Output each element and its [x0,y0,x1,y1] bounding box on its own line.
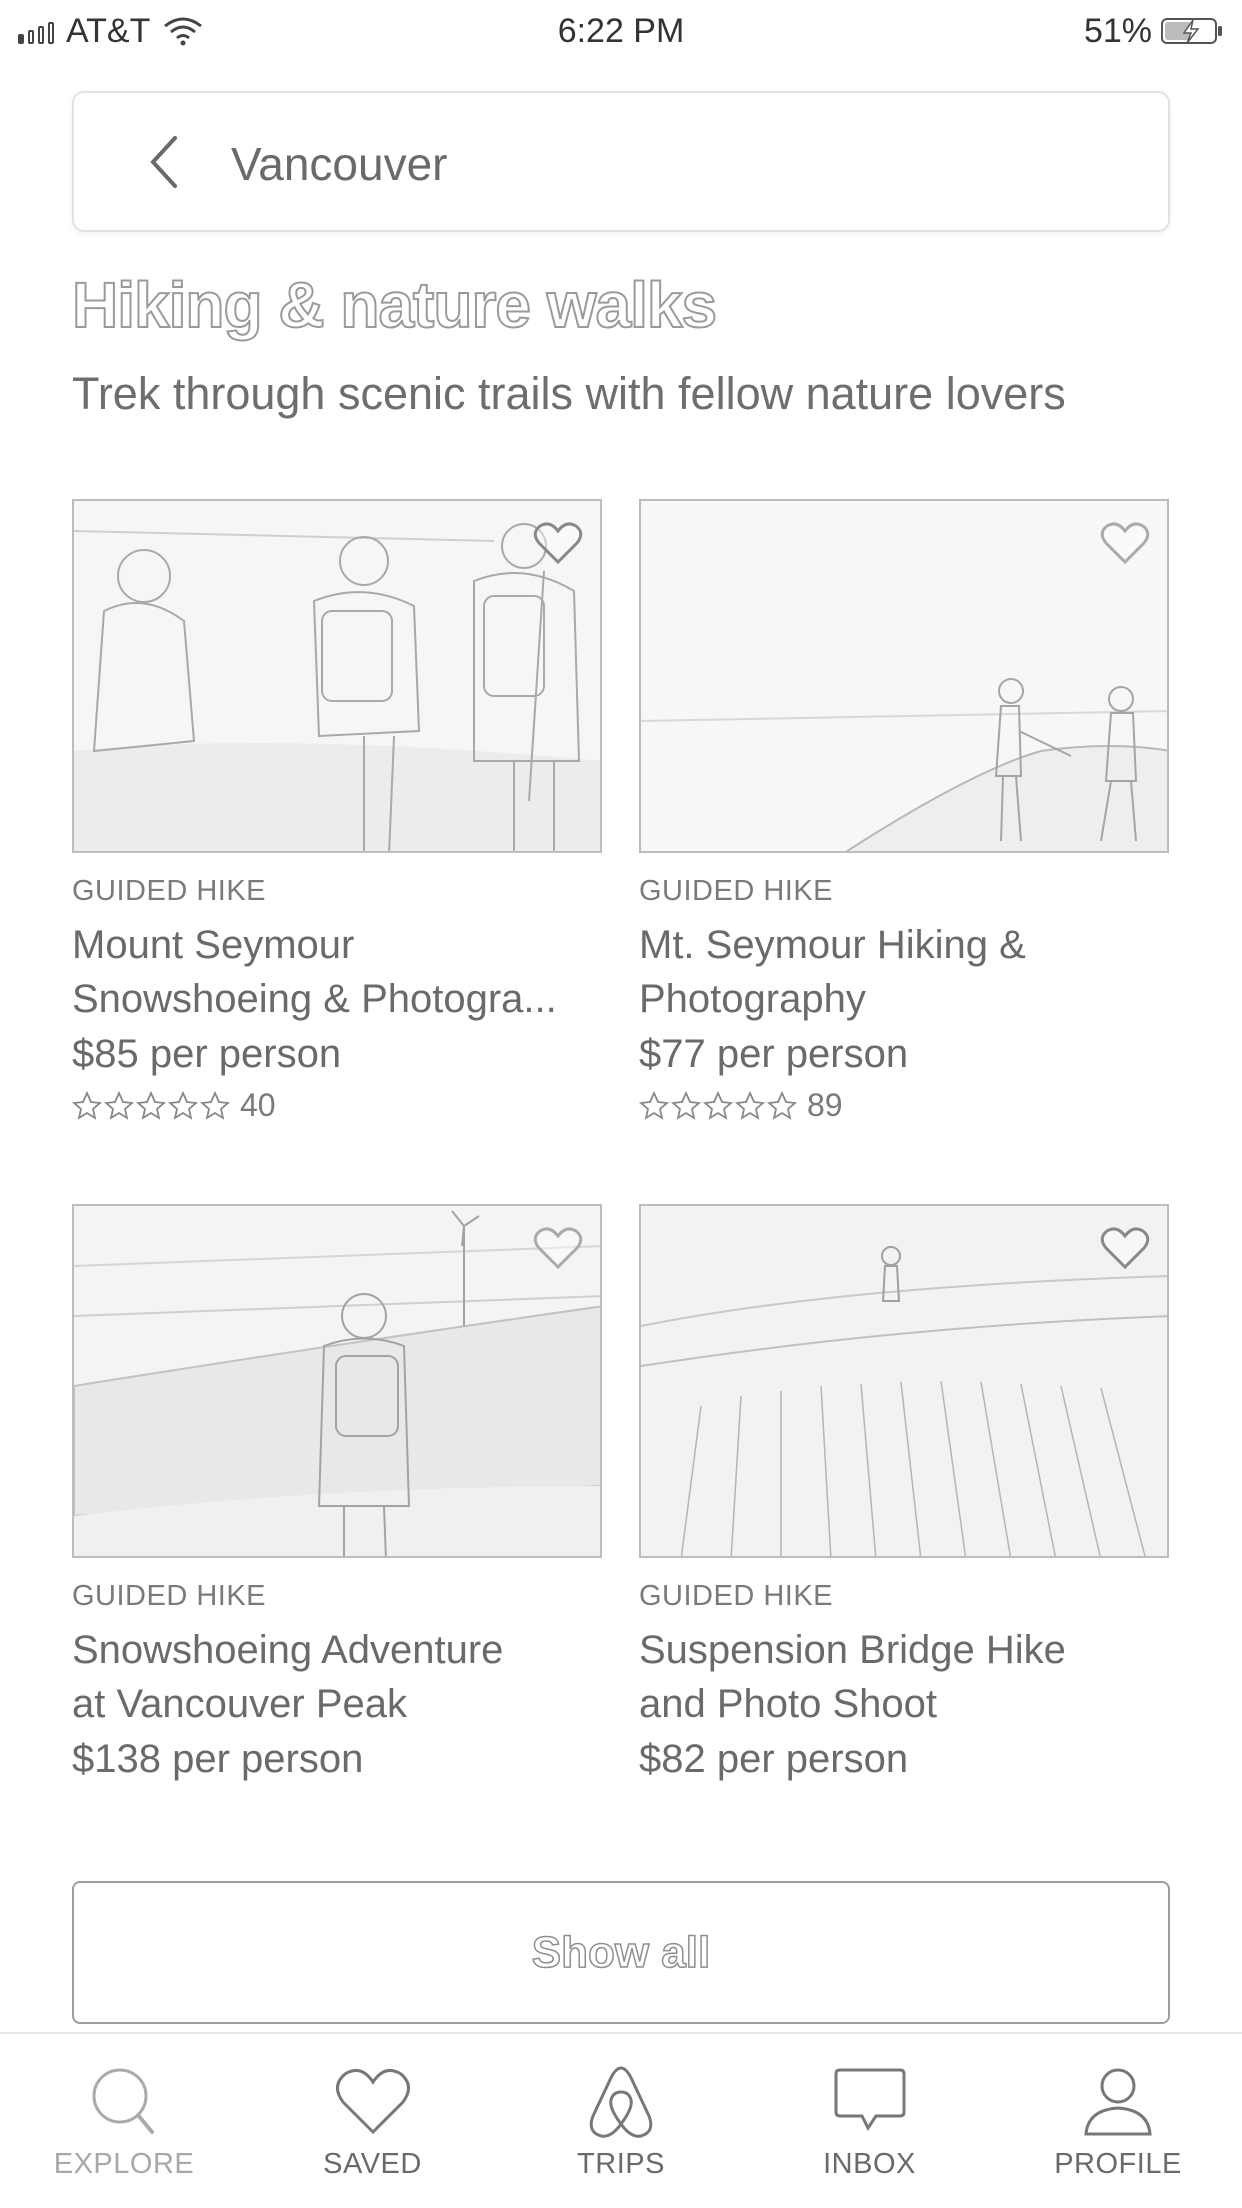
tab-label: SAVED [323,2148,422,2180]
save-heart-button[interactable] [1097,1220,1153,1276]
experience-title: Mt. Seymour Hiking & Photography [639,918,1169,1026]
status-bar: AT&T 6:22 PM 51% [0,0,1242,62]
experience-category: GUIDED HIKE [639,875,834,907]
snowy-peak-photo [74,1206,600,1556]
search-icon [92,2068,154,2134]
experience-price: $85 per person [72,1032,342,1076]
experience-title-line: Suspension Bridge Hike [639,1628,1066,1672]
star-rating [639,1090,797,1121]
star-icon [200,1090,230,1120]
experience-title-line: Snowshoeing Adventure [72,1628,504,1672]
location-search-bar[interactable]: Vancouver [72,91,1170,232]
experience-photo[interactable] [72,1204,602,1558]
heart-outline-icon [1100,522,1150,565]
rating-row: 89 [639,1087,1169,1124]
star-icon [136,1090,166,1120]
experience-price: $138 per person [72,1737,364,1781]
star-icon [703,1090,733,1120]
tab-inbox[interactable]: INBOX [746,2034,994,2208]
star-icon [72,1090,102,1120]
experience-title: Mount Seymour Snowshoeing & Photogra... [72,918,602,1026]
star-rating [72,1090,230,1121]
experience-title-line: and Photo Shoot [639,1682,938,1726]
tab-label: TRIPS [577,2148,665,2180]
experience-photo[interactable] [72,499,602,853]
person-icon [1084,2068,1152,2136]
battery-percent: 51% [1083,11,1152,50]
experience-card[interactable]: GUIDED HIKE Suspension Bridge Hike and P… [639,1204,1169,1782]
experience-category: GUIDED HIKE [72,875,267,907]
search-location-text[interactable]: Vancouver [231,93,448,234]
airbnb-logo-icon [589,2066,653,2138]
star-icon [735,1090,765,1120]
review-count: 40 [240,1087,276,1123]
experience-photo[interactable] [639,1204,1169,1558]
star-icon [104,1090,134,1120]
hikers-photo [74,501,600,851]
tab-label: INBOX [823,2148,916,2180]
tab-trips[interactable]: TRIPS [497,2034,745,2208]
star-icon [639,1090,669,1120]
heart-outline-icon [533,1227,583,1270]
rating-row: 40 [72,1087,602,1124]
wifi-icon [164,17,203,46]
show-all-button[interactable]: Show all [72,1881,1170,2024]
carrier-label: AT&T [66,11,151,50]
experience-title-line: Mount Seymour [72,923,355,967]
experience-photo[interactable] [639,499,1169,853]
heart-outline-icon [1100,1227,1150,1270]
experience-title-line: Snowshoeing & Photogra... [72,977,557,1021]
tab-label: EXPLORE [53,2148,195,2180]
tab-label: PROFILE [1054,2148,1182,2180]
back-button[interactable] [124,121,206,203]
bottom-tab-bar: EXPLORE SAVED TRIPS INBOX PROFILE [0,2032,1242,2208]
experience-title-line: Photography [639,977,866,1021]
section-title: Hiking & nature walks [71,268,718,342]
status-left: AT&T [18,12,204,51]
experience-card[interactable]: GUIDED HIKE Mount Seymour Snowshoeing & … [72,499,602,1124]
heart-outline-icon [533,522,583,565]
experience-title-line: at Vancouver Peak [72,1682,408,1726]
battery-charging-icon [1161,18,1222,44]
tab-explore[interactable]: EXPLORE [0,2034,248,2208]
signal-strength-icon [18,18,54,44]
star-icon [767,1090,797,1120]
experience-title-line: Mt. Seymour Hiking & [639,923,1026,967]
review-count: 89 [807,1087,843,1123]
experience-category: GUIDED HIKE [639,1580,834,1612]
tab-saved[interactable]: SAVED [249,2034,497,2208]
save-heart-button[interactable] [530,1220,586,1276]
experience-title: Snowshoeing Adventure at Vancouver Peak [72,1623,602,1731]
save-heart-button[interactable] [1097,515,1153,571]
section-subtitle: Trek through scenic trails with fellow n… [72,368,1066,419]
save-heart-button[interactable] [530,515,586,571]
experience-title: Suspension Bridge Hike and Photo Shoot [639,1623,1169,1731]
chevron-left-icon [150,136,177,188]
experience-card[interactable]: GUIDED HIKE Mt. Seymour Hiking & Photogr… [639,499,1169,1124]
star-icon [168,1090,198,1120]
status-right: 51% [1084,12,1224,51]
heart-icon [335,2068,410,2135]
experience-price: $77 per person [639,1032,909,1076]
couple-on-mountain-photo [641,501,1167,851]
chat-bubble-icon [834,2068,905,2131]
experience-category: GUIDED HIKE [72,1580,267,1612]
experience-card[interactable]: GUIDED HIKE Snowshoeing Adventure at Van… [72,1204,602,1782]
screen: AT&T 6:22 PM 51% Vancouver Hiking & natu… [0,0,1242,2208]
tab-profile[interactable]: PROFILE [994,2034,1242,2208]
experience-price: $82 per person [639,1737,909,1781]
star-icon [671,1090,701,1120]
waterfall-photo [641,1206,1167,1556]
